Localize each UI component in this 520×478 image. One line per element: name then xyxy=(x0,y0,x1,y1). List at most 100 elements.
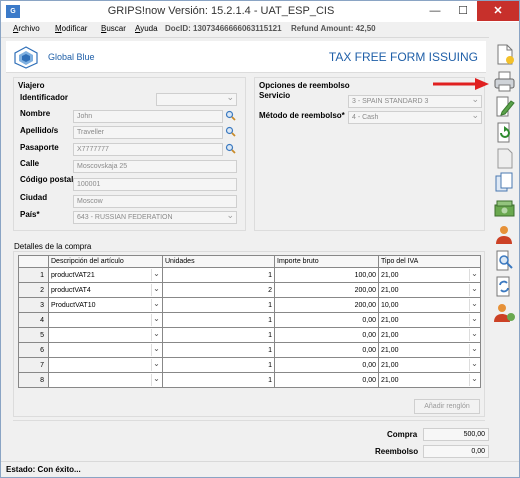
description-cell[interactable]: ProductVAT10 ⌄ xyxy=(48,297,163,313)
servicio-select[interactable]: 3 - SPAIN STANDARD 3 xyxy=(348,95,482,108)
description-cell[interactable]: productVAT21 ⌄ xyxy=(48,267,163,283)
menu-ayuda[interactable]: Ayuda xyxy=(135,24,158,33)
vat-value: 21,00 xyxy=(381,361,399,369)
vat-value: 10,00 xyxy=(381,301,399,309)
apellido-field[interactable]: Traveller xyxy=(73,126,223,139)
minimize-button[interactable]: — xyxy=(421,1,449,21)
amount-cell[interactable]: 0,00 xyxy=(274,372,379,388)
table-row[interactable]: 7 ⌄ 1 0,00 21,00 ⌄ xyxy=(18,357,481,373)
amount-cell[interactable]: 0,00 xyxy=(274,357,379,373)
maximize-button[interactable]: ☐ xyxy=(449,1,477,21)
chevron-down-icon[interactable]: ⌄ xyxy=(469,269,479,281)
chevron-down-icon[interactable]: ⌄ xyxy=(469,374,479,386)
chevron-down-icon[interactable]: ⌄ xyxy=(151,284,161,296)
metodo-select[interactable]: 4 - Cash xyxy=(348,111,482,124)
chevron-down-icon[interactable]: ⌄ xyxy=(151,374,161,386)
user-add-icon[interactable] xyxy=(493,301,516,324)
identificador-select[interactable] xyxy=(156,93,237,106)
detalles-title: Detalles de la compra xyxy=(14,242,92,251)
chevron-down-icon[interactable]: ⌄ xyxy=(469,299,479,311)
new-document-icon[interactable] xyxy=(493,43,516,66)
chevron-down-icon[interactable]: ⌄ xyxy=(469,314,479,326)
vat-cell[interactable]: 21,00 ⌄ xyxy=(378,327,481,343)
chevron-down-icon[interactable]: ⌄ xyxy=(151,329,161,341)
add-row-button[interactable]: Añadir renglón xyxy=(414,399,480,414)
pais-select[interactable]: 643 - RUSSIAN FEDERATION xyxy=(73,211,237,224)
table-row[interactable]: 4 ⌄ 1 0,00 21,00 ⌄ xyxy=(18,312,481,328)
vat-cell[interactable]: 21,00 ⌄ xyxy=(378,312,481,328)
chevron-down-icon[interactable]: ⌄ xyxy=(151,299,161,311)
chevron-down-icon[interactable]: ⌄ xyxy=(151,344,161,356)
codigo-postal-field[interactable]: 100001 xyxy=(73,178,237,191)
chevron-down-icon[interactable]: ⌄ xyxy=(151,269,161,281)
description-cell[interactable]: ⌄ xyxy=(48,327,163,343)
vat-cell[interactable]: 21,00 ⌄ xyxy=(378,267,481,283)
sync-document-icon[interactable] xyxy=(493,275,516,298)
copy-document-icon[interactable] xyxy=(493,171,516,194)
units-cell[interactable]: 1 xyxy=(162,312,275,328)
pasaporte-label: Pasaporte xyxy=(20,143,59,152)
column-header-descripcion[interactable]: Descripción del artículo xyxy=(48,255,163,268)
description-cell[interactable]: ⌄ xyxy=(48,372,163,388)
menu-modificar[interactable]: Modificar xyxy=(55,24,87,33)
chevron-down-icon[interactable]: ⌄ xyxy=(151,314,161,326)
units-cell[interactable]: 1 xyxy=(162,372,275,388)
table-row[interactable]: 3 ProductVAT10 ⌄ 1 200,00 10,00 ⌄ xyxy=(18,297,481,313)
units-cell[interactable]: 1 xyxy=(162,342,275,358)
vat-cell[interactable]: 21,00 ⌄ xyxy=(378,372,481,388)
description-cell[interactable]: ⌄ xyxy=(48,312,163,328)
search-icon[interactable] xyxy=(225,110,236,121)
vat-cell[interactable]: 21,00 ⌄ xyxy=(378,342,481,358)
pasaporte-field[interactable]: X7777777 xyxy=(73,143,223,156)
user-icon[interactable] xyxy=(493,223,516,246)
doc-id: DocID: 13073466666063115121 xyxy=(165,24,282,33)
edit-document-icon[interactable] xyxy=(493,95,516,118)
search-icon[interactable] xyxy=(225,126,236,137)
vat-cell[interactable]: 10,00 ⌄ xyxy=(378,297,481,313)
ciudad-field[interactable]: Moscow xyxy=(73,195,237,208)
amount-cell[interactable]: 0,00 xyxy=(274,342,379,358)
print-icon[interactable] xyxy=(493,70,516,93)
title-bar[interactable]: G GRIPS!now Versión: 15.2.1.4 - UAT_ESP_… xyxy=(1,1,519,22)
money-icon[interactable] xyxy=(493,197,516,220)
units-cell[interactable]: 1 xyxy=(162,297,275,313)
chevron-down-icon[interactable]: ⌄ xyxy=(469,284,479,296)
amount-cell[interactable]: 100,00 xyxy=(274,267,379,283)
menu-archivo[interactable]: Archivo xyxy=(13,24,40,33)
chevron-down-icon[interactable]: ⌄ xyxy=(151,359,161,371)
column-header-importe[interactable]: Importe bruto xyxy=(274,255,379,268)
description-cell[interactable]: ⌄ xyxy=(48,357,163,373)
amount-cell[interactable]: 0,00 xyxy=(274,327,379,343)
refresh-document-icon[interactable] xyxy=(493,121,516,144)
units-cell[interactable]: 2 xyxy=(162,282,275,298)
column-header-unidades[interactable]: Unidades xyxy=(162,255,275,268)
column-header-iva[interactable]: Tipo del IVA xyxy=(378,255,481,268)
description-cell[interactable]: productVAT4 ⌄ xyxy=(48,282,163,298)
amount-cell[interactable]: 200,00 xyxy=(274,297,379,313)
table-row[interactable]: 2 productVAT4 ⌄ 2 200,00 21,00 ⌄ xyxy=(18,282,481,298)
table-row[interactable]: 8 ⌄ 1 0,00 21,00 ⌄ xyxy=(18,372,481,388)
units-cell[interactable]: 1 xyxy=(162,357,275,373)
table-row[interactable]: 6 ⌄ 1 0,00 21,00 ⌄ xyxy=(18,342,481,358)
search-icon[interactable] xyxy=(225,143,236,154)
vat-cell[interactable]: 21,00 ⌄ xyxy=(378,357,481,373)
nombre-field[interactable]: John xyxy=(73,110,223,123)
vat-cell[interactable]: 21,00 ⌄ xyxy=(378,282,481,298)
units-cell[interactable]: 1 xyxy=(162,267,275,283)
amount-cell[interactable]: 200,00 xyxy=(274,282,379,298)
calle-field[interactable]: Moscovskaja 25 xyxy=(73,160,237,173)
units-cell[interactable]: 1 xyxy=(162,327,275,343)
menu-buscar[interactable]: Buscar xyxy=(101,24,126,33)
chevron-down-icon[interactable]: ⌄ xyxy=(469,329,479,341)
close-button[interactable]: ✕ xyxy=(477,1,519,21)
chevron-down-icon[interactable]: ⌄ xyxy=(469,359,479,371)
search-document-icon[interactable] xyxy=(493,249,516,272)
table-row[interactable]: 5 ⌄ 1 0,00 21,00 ⌄ xyxy=(18,327,481,343)
amount-cell[interactable]: 0,00 xyxy=(274,312,379,328)
compra-label: Compra xyxy=(387,430,418,439)
chevron-down-icon[interactable]: ⌄ xyxy=(469,344,479,356)
blank-document-icon[interactable] xyxy=(493,147,516,170)
table-row[interactable]: 1 productVAT21 ⌄ 1 100,00 21,00 ⌄ xyxy=(18,267,481,283)
description-cell[interactable]: ⌄ xyxy=(48,342,163,358)
description-value: productVAT21 xyxy=(51,271,95,279)
